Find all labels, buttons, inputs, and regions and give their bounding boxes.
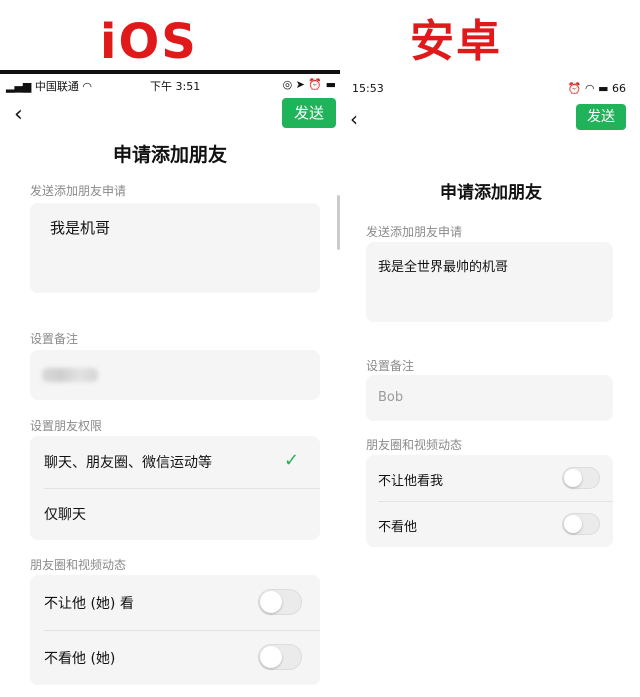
request-message-text: 我是机哥 bbox=[50, 219, 111, 237]
request-message-text: 我是全世界最帅的机哥 bbox=[378, 260, 509, 275]
back-chevron-icon[interactable]: ‹ bbox=[14, 104, 23, 126]
send-button[interactable]: 发送 bbox=[576, 104, 626, 130]
alarm-icon: ⏰ bbox=[308, 78, 323, 91]
status-carrier: ▂▄▆ 中国联通 ◠ bbox=[6, 80, 92, 93]
status-icons: ⏰ ◠ ▬ 66 bbox=[567, 82, 626, 95]
blurred-remark bbox=[42, 368, 98, 382]
checkmark-icon: ✓ bbox=[284, 450, 300, 471]
moments-row-hide-from: 不让他看我 bbox=[366, 455, 613, 501]
permission-section-label: 设置朋友权限 bbox=[30, 419, 103, 433]
toggle-switch[interactable] bbox=[562, 513, 600, 535]
signal-icon: ▂▄▆ bbox=[6, 80, 32, 93]
remark-field[interactable]: Bob bbox=[366, 375, 613, 421]
moments-row-label: 不看他 bbox=[378, 520, 418, 535]
moments-row-label: 不让他看我 bbox=[378, 474, 444, 489]
location-icon: ➤ bbox=[295, 78, 305, 91]
request-message-field[interactable]: 我是全世界最帅的机哥 bbox=[366, 242, 613, 322]
scrollbar[interactable] bbox=[337, 195, 340, 250]
ios-screen: ▂▄▆ 中国联通 ◠ 下午 3:51 ◎ ➤ ⏰ ▬ ‹ 发送 申请添加朋友 发… bbox=[0, 70, 340, 697]
permission-option-all[interactable]: 聊天、朋友圈、微信运动等 ✓ bbox=[30, 436, 320, 488]
page-title: 申请添加朋友 bbox=[440, 183, 542, 203]
remark-section-label: 设置备注 bbox=[366, 359, 415, 373]
permission-group: 聊天、朋友圈、微信运动等 ✓ 仅聊天 bbox=[30, 436, 320, 540]
remark-field[interactable] bbox=[30, 350, 320, 400]
alarm-icon: ⏰ bbox=[567, 82, 582, 95]
moments-row-hide-his: 不看他 (她) bbox=[30, 630, 320, 685]
moments-row-label: 不让他 (她) 看 bbox=[44, 596, 134, 612]
send-button[interactable]: 发送 bbox=[282, 98, 336, 128]
moments-row-hide-his: 不看他 bbox=[366, 501, 613, 547]
request-message-field[interactable]: 我是机哥 bbox=[30, 203, 320, 293]
toggle-switch[interactable] bbox=[562, 467, 600, 489]
permission-option-label: 仅聊天 bbox=[44, 507, 86, 523]
status-icons: ◎ ➤ ⏰ ▬ bbox=[283, 78, 336, 91]
wifi-icon: ◠ bbox=[584, 82, 595, 95]
android-label: 安卓 bbox=[410, 16, 502, 67]
moments-group: 不让他看我 不看他 bbox=[366, 455, 613, 547]
permission-option-chat-only[interactable]: 仅聊天 bbox=[30, 488, 320, 540]
moments-row-hide-from: 不让他 (她) 看 bbox=[30, 575, 320, 630]
moments-row-label: 不看他 (她) bbox=[44, 651, 116, 667]
permission-option-label: 聊天、朋友圈、微信运动等 bbox=[44, 455, 212, 471]
battery-icon: ▬ bbox=[598, 82, 609, 95]
toggle-switch[interactable] bbox=[258, 644, 302, 670]
status-time: 15:53 bbox=[352, 82, 384, 95]
moments-section-label: 朋友圈和视频动态 bbox=[366, 438, 463, 452]
back-chevron-icon[interactable]: ‹ bbox=[350, 108, 358, 130]
moments-group: 不让他 (她) 看 不看他 (她) bbox=[30, 575, 320, 685]
toggle-switch[interactable] bbox=[258, 589, 302, 615]
moments-section-label: 朋友圈和视频动态 bbox=[30, 558, 127, 572]
page-title: 申请添加朋友 bbox=[112, 144, 227, 166]
lock-rotation-icon: ◎ bbox=[282, 78, 293, 91]
remark-value: Bob bbox=[378, 390, 404, 405]
ios-label: iOS bbox=[100, 14, 198, 70]
wifi-icon: ◠ bbox=[82, 80, 92, 93]
status-bar-edge bbox=[0, 70, 340, 74]
android-screen: 15:53 ⏰ ◠ ▬ 66 ‹ 发送 申请添加朋友 发送添加朋友申请 我是全世… bbox=[342, 70, 640, 697]
request-section-label: 发送添加朋友申请 bbox=[366, 225, 463, 239]
remark-section-label: 设置备注 bbox=[30, 332, 79, 346]
request-section-label: 发送添加朋友申请 bbox=[30, 184, 127, 198]
battery-icon: ▬ bbox=[325, 78, 336, 91]
status-time: 下午 3:51 bbox=[150, 80, 201, 93]
